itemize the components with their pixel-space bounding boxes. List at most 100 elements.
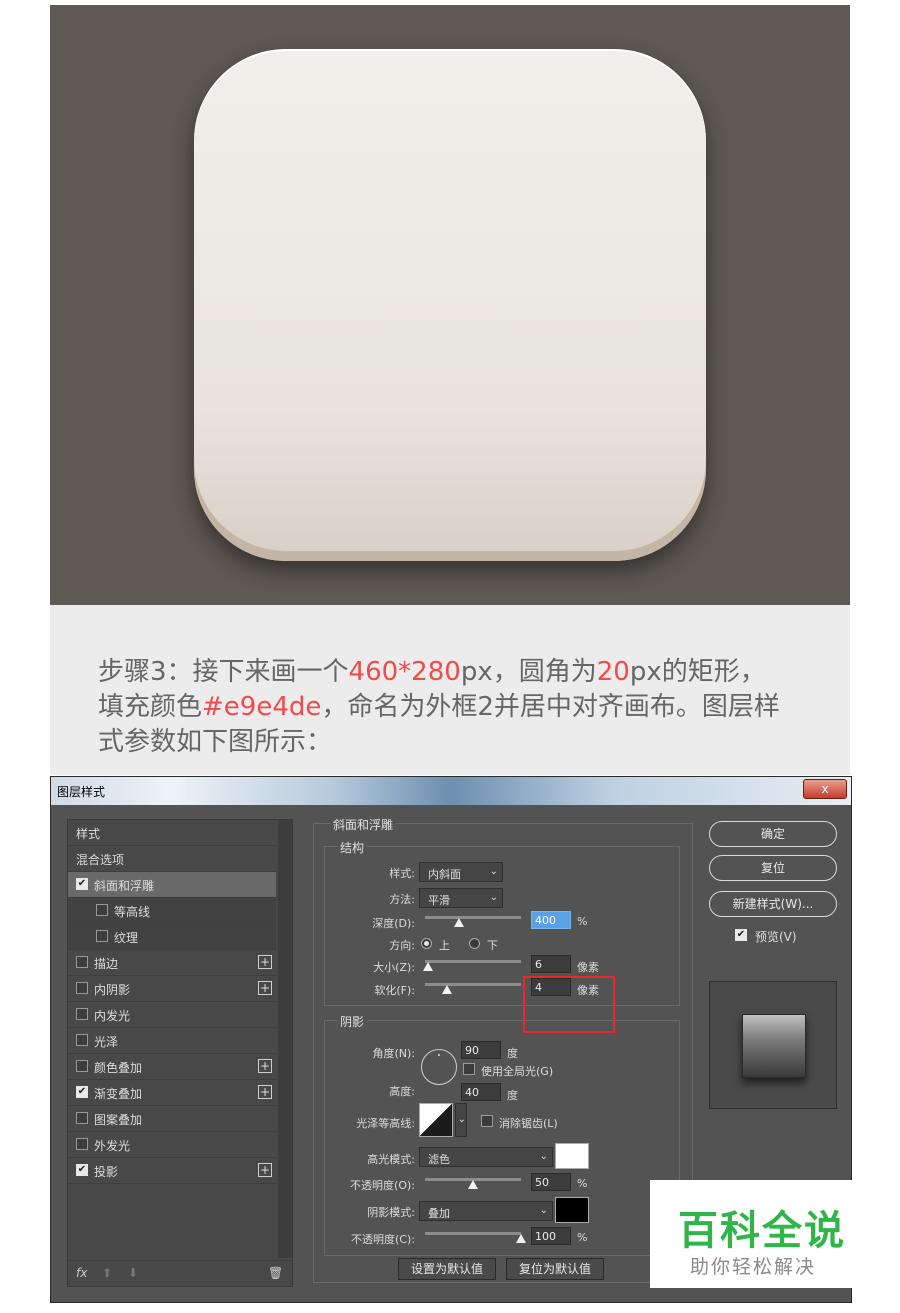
size-unit: 像素 [577, 961, 599, 974]
effect-item-9[interactable]: 颜色叠加 + [68, 1054, 276, 1080]
shadow-opacity-label: 不透明度(C): [351, 1233, 415, 1246]
highlight-opacity-input[interactable]: 50 [531, 1173, 571, 1191]
effect-item-7[interactable]: 内发光 [68, 1002, 276, 1028]
effect-item-5[interactable]: 描边 + [68, 950, 276, 976]
effects-list-footer: fx ⬆ ⬇ 🗑 [68, 1260, 292, 1286]
depth-input[interactable]: 400 [531, 911, 571, 929]
effect-checkbox[interactable] [96, 904, 108, 916]
watermark: 百科全说 助你轻松解决 [650, 1180, 852, 1288]
reset-button[interactable]: 复位 [709, 855, 837, 881]
move-down-icon[interactable]: ⬇ [128, 1266, 138, 1280]
highlight-opacity-thumb[interactable] [468, 1180, 478, 1189]
bevel-emboss-panel: 斜面和浮雕 结构 样式: 内斜面 ⌄ 方法: 平滑 ⌄ 深度(D): 400 % 方… [313, 816, 693, 1283]
effect-item-11[interactable]: 图案叠加 [68, 1106, 276, 1132]
make-default-button[interactable]: 设置为默认值 [398, 1258, 496, 1280]
highlight-color-swatch[interactable] [555, 1143, 589, 1169]
gloss-contour-dropdown[interactable]: ⌄ [455, 1103, 467, 1137]
preview-checkbox[interactable]: ✔ [735, 929, 747, 941]
effect-item-12[interactable]: 外发光 [68, 1132, 276, 1158]
direction-down-radio[interactable] [469, 938, 480, 949]
rounded-rectangle-shape [194, 49, 706, 561]
effect-label: 光泽 [94, 1035, 119, 1049]
shadow-mode-dropdown[interactable]: 叠加 ⌄ [419, 1201, 553, 1221]
instruction-block: 步骤3：接下来画一个460*280px，圆角为20px的矩形， 填充颜色#e9e4… [50, 605, 850, 775]
shadow-opacity-slider[interactable] [425, 1232, 521, 1235]
add-effect-icon[interactable]: + [258, 1059, 272, 1073]
effect-item-1[interactable]: 混合选项 [68, 846, 276, 872]
fx-icon[interactable]: fx [76, 1266, 87, 1280]
effect-item-4[interactable]: 纹理 [68, 924, 276, 950]
move-up-icon[interactable]: ⬆ [102, 1266, 112, 1280]
soften-slider[interactable] [425, 983, 521, 986]
direction-down-label: 下 [487, 939, 498, 952]
effect-item-10[interactable]: ✔ 渐变叠加 + [68, 1080, 276, 1106]
effect-checkbox[interactable]: ✔ [76, 1164, 88, 1176]
effect-checkbox[interactable] [76, 1112, 88, 1124]
size-label: 大小(Z): [373, 961, 415, 974]
angle-dial[interactable] [421, 1049, 457, 1085]
shadow-opacity-input[interactable]: 100 [531, 1227, 571, 1245]
add-effect-icon[interactable]: + [258, 1163, 272, 1177]
effect-checkbox[interactable] [76, 1034, 88, 1046]
effect-label: 图案叠加 [94, 1113, 143, 1127]
angle-input[interactable]: 90 [461, 1041, 501, 1059]
anti-alias-checkbox[interactable] [481, 1115, 493, 1127]
effect-label: 颜色叠加 [94, 1061, 143, 1075]
effect-label: 渐变叠加 [94, 1087, 143, 1101]
highlight-mode-dropdown[interactable]: 滤色 ⌄ [419, 1147, 553, 1167]
ok-button[interactable]: 确定 [709, 821, 837, 847]
trash-icon[interactable]: 🗑 [268, 1266, 283, 1280]
depth-slider[interactable] [425, 916, 521, 919]
bevel-title: 斜面和浮雕 [330, 816, 397, 833]
depth-label: 深度(D): [372, 917, 415, 930]
altitude-input[interactable]: 40 [461, 1083, 501, 1101]
gloss-contour-label: 光泽等高线: [356, 1117, 415, 1130]
effects-list: 样式 混合选项 ✔ 斜面和浮雕等高线纹理 描边 + 内阴影 + 内发光光泽颜色叠加 + ✔ 渐变叠加 +… [67, 819, 293, 1287]
effect-checkbox[interactable] [76, 1060, 88, 1072]
style-dropdown[interactable]: 内斜面 ⌄ [419, 862, 503, 882]
altitude-label: 高度: [389, 1085, 415, 1098]
effect-item-3[interactable]: 等高线 [68, 898, 276, 924]
effect-checkbox[interactable] [96, 930, 108, 942]
close-button[interactable]: x [803, 779, 847, 799]
new-style-button[interactable]: 新建样式(W)... [709, 891, 837, 917]
direction-up-radio[interactable] [421, 938, 432, 949]
shadow-color-swatch[interactable] [555, 1197, 589, 1223]
shading-group: 阴影 角度(N): 90 度 使用全局光(G) 高度: 40 度 光泽等高线: … [324, 1013, 680, 1256]
altitude-unit: 度 [507, 1089, 518, 1102]
effect-checkbox[interactable] [76, 982, 88, 994]
dialog-titlebar: 图层样式 x [51, 777, 851, 805]
effect-checkbox[interactable] [76, 1008, 88, 1020]
effect-item-2[interactable]: ✔ 斜面和浮雕 [68, 872, 276, 898]
effect-item-0[interactable]: 样式 [68, 820, 276, 846]
add-effect-icon[interactable]: + [258, 981, 272, 995]
style-preview-box [709, 981, 837, 1109]
canvas-preview [50, 5, 850, 605]
color-highlight: #e9e4de [202, 692, 322, 722]
effects-list-scrollbar[interactable] [278, 820, 292, 1258]
effect-checkbox[interactable]: ✔ [76, 1086, 88, 1098]
effect-label: 等高线 [114, 905, 151, 919]
effect-item-8[interactable]: 光泽 [68, 1028, 276, 1054]
gloss-contour-picker[interactable] [419, 1103, 453, 1137]
global-light-checkbox[interactable] [463, 1063, 475, 1075]
size-slider[interactable] [425, 960, 521, 963]
size-input[interactable]: 6 [531, 955, 571, 973]
add-effect-icon[interactable]: + [258, 1085, 272, 1099]
shadow-opacity-thumb[interactable] [516, 1234, 526, 1243]
shadow-opacity-unit: % [577, 1231, 588, 1244]
reset-default-button[interactable]: 复位为默认值 [506, 1258, 604, 1280]
add-effect-icon[interactable]: + [258, 955, 272, 969]
soften-slider-thumb[interactable] [442, 985, 453, 994]
angle-label: 角度(N): [372, 1047, 415, 1060]
size-slider-thumb[interactable] [422, 962, 433, 971]
effect-checkbox[interactable] [76, 1138, 88, 1150]
effect-checkbox[interactable] [76, 956, 88, 968]
effect-item-6[interactable]: 内阴影 + [68, 976, 276, 1002]
technique-dropdown[interactable]: 平滑 ⌄ [419, 888, 503, 908]
soften-label: 软化(F): [374, 984, 415, 997]
angle-unit: 度 [507, 1047, 518, 1060]
effect-item-13[interactable]: ✔ 投影 + [68, 1158, 276, 1184]
depth-slider-thumb[interactable] [453, 918, 464, 927]
effect-checkbox[interactable]: ✔ [76, 878, 88, 890]
